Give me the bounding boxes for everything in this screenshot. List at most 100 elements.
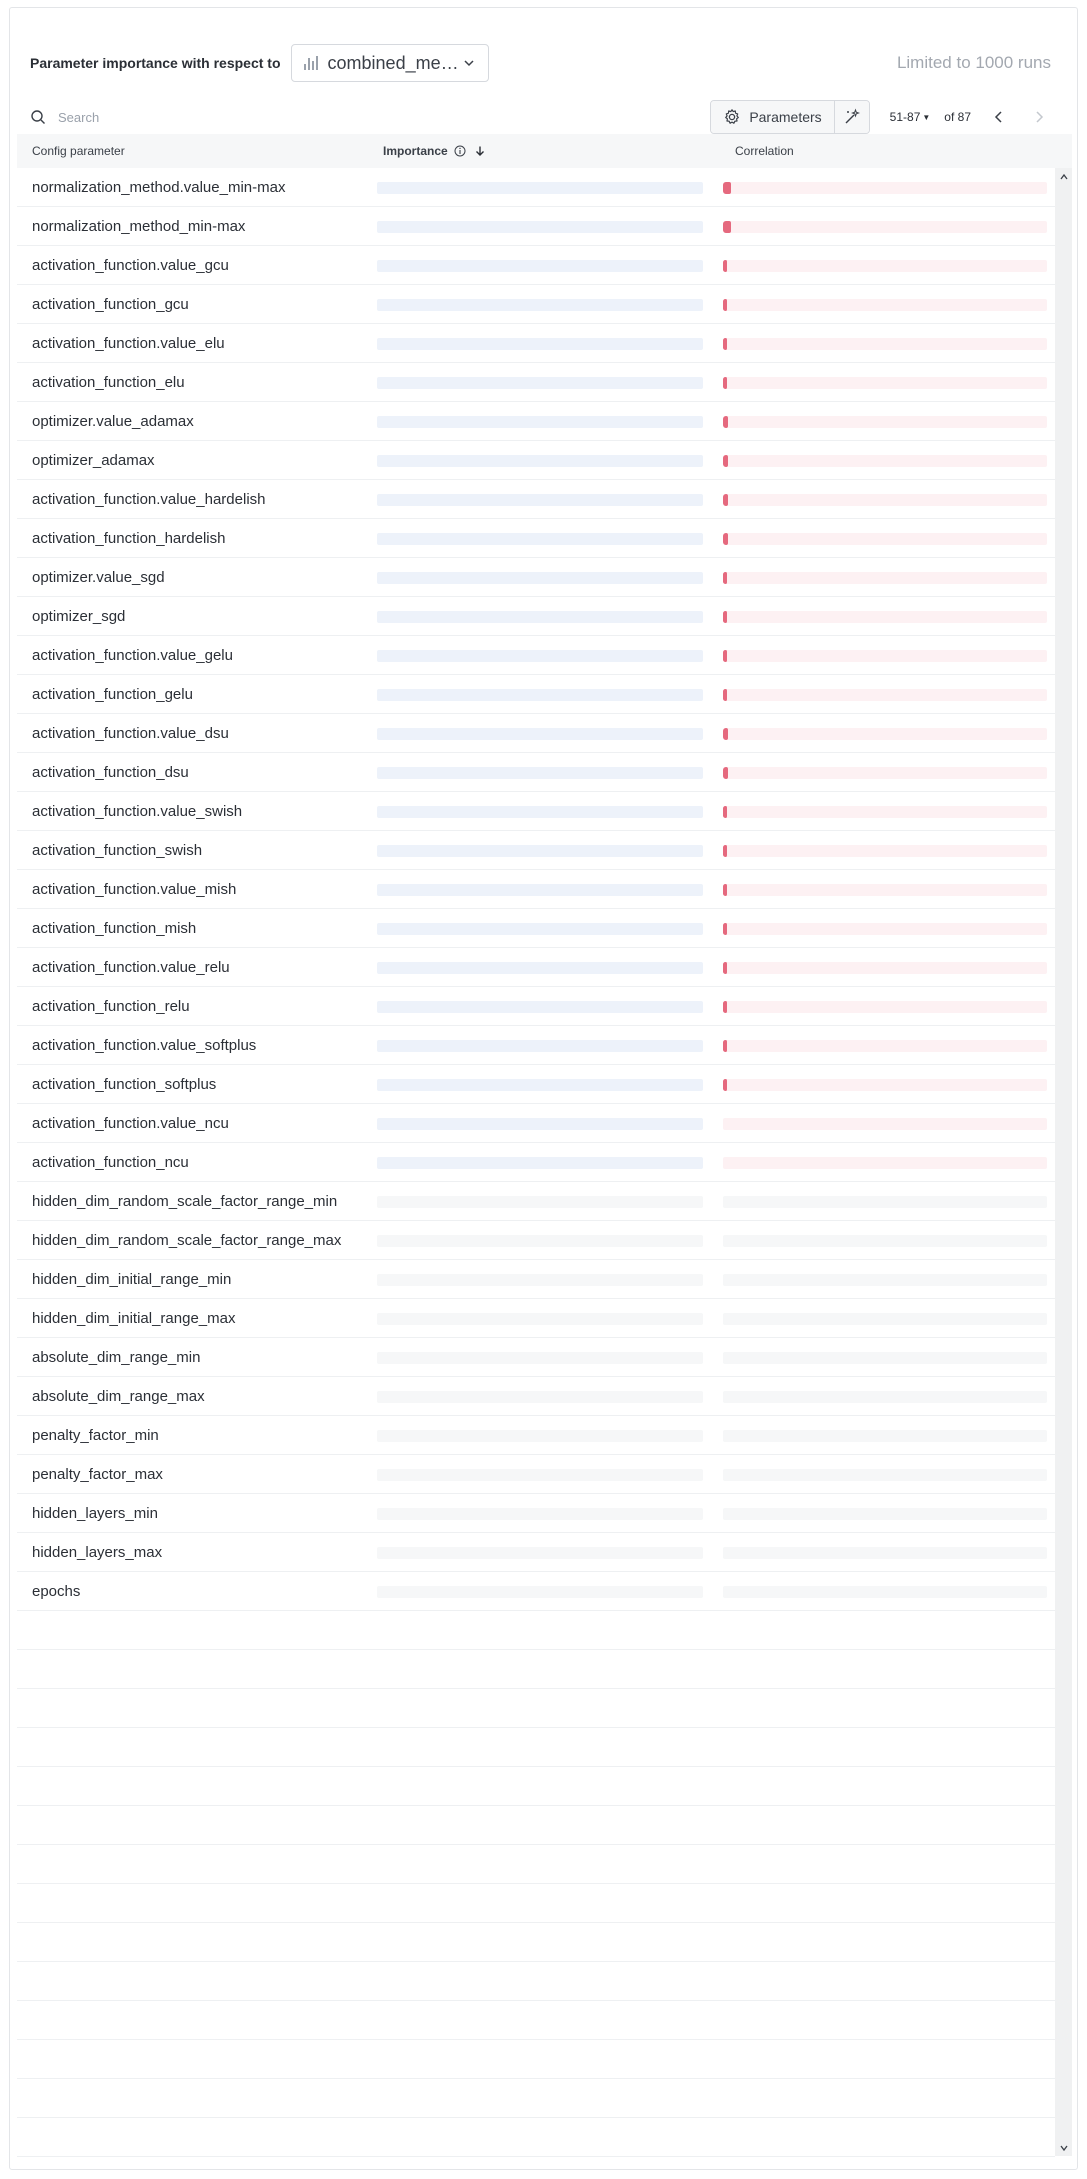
importance-bar <box>377 689 703 701</box>
importance-bar <box>377 1586 703 1598</box>
table-row[interactable]: optimizer.value_sgd <box>17 558 1055 597</box>
table-row[interactable]: hidden_dim_random_scale_factor_range_min <box>17 1182 1055 1221</box>
correlation-bar <box>723 650 727 662</box>
correlation-track <box>723 1352 1047 1364</box>
table-row[interactable]: epochs <box>17 1572 1055 1611</box>
table-row[interactable]: activation_function_dsu <box>17 753 1055 792</box>
table-row[interactable]: normalization_method.value_min-max <box>17 168 1055 207</box>
scroll-up-icon[interactable] <box>1055 168 1072 185</box>
table-row[interactable]: optimizer_sgd <box>17 597 1055 636</box>
bar-chart-icon <box>303 56 318 70</box>
importance-bar <box>377 221 703 233</box>
auto-suggest-button[interactable] <box>834 101 869 133</box>
table-row[interactable]: absolute_dim_range_min <box>17 1338 1055 1377</box>
table-row[interactable]: activation_function_swish <box>17 831 1055 870</box>
correlation-track <box>723 1196 1047 1208</box>
table-row[interactable]: hidden_layers_max <box>17 1533 1055 1572</box>
table-row[interactable]: activation_function.value_gelu <box>17 636 1055 675</box>
correlation-track <box>723 494 1047 506</box>
metric-select-value: combined_me… <box>327 52 459 73</box>
table-row[interactable]: penalty_factor_min <box>17 1416 1055 1455</box>
importance-bar <box>377 962 703 974</box>
column-header-importance[interactable]: Importance <box>383 144 486 158</box>
table-row[interactable]: activation_function.value_mish <box>17 870 1055 909</box>
table-row[interactable]: activation_function_gcu <box>17 285 1055 324</box>
config-parameter-name: absolute_dim_range_min <box>32 1349 201 1366</box>
caret-down-icon: ▼ <box>922 112 931 122</box>
correlation-track <box>723 1040 1047 1052</box>
empty-row <box>17 2118 1055 2157</box>
config-parameter-name: optimizer_sgd <box>32 608 126 625</box>
correlation-bar <box>723 299 727 311</box>
table-row[interactable]: activation_function.value_relu <box>17 948 1055 987</box>
table-row[interactable]: activation_function_ncu <box>17 1143 1055 1182</box>
table-row[interactable]: activation_function.value_softplus <box>17 1026 1055 1065</box>
importance-bar <box>377 494 703 506</box>
table-row[interactable]: normalization_method_min-max <box>17 207 1055 246</box>
importance-bar <box>377 1040 703 1052</box>
table-row[interactable]: hidden_layers_min <box>17 1494 1055 1533</box>
empty-row <box>17 1767 1055 1806</box>
table-row[interactable]: activation_function_hardelish <box>17 519 1055 558</box>
sort-descending-icon[interactable] <box>474 145 486 157</box>
empty-row <box>17 1884 1055 1923</box>
config-parameter-name: optimizer.value_sgd <box>32 569 165 586</box>
correlation-track <box>723 1547 1047 1559</box>
config-parameter-name: activation_function.value_dsu <box>32 725 229 742</box>
correlation-bar <box>723 494 728 506</box>
table-row[interactable]: optimizer.value_adamax <box>17 402 1055 441</box>
search-box <box>30 108 360 126</box>
table-row[interactable]: activation_function.value_gcu <box>17 246 1055 285</box>
importance-bar <box>377 572 703 584</box>
search-input[interactable] <box>56 108 360 126</box>
table-row[interactable]: activation_function.value_dsu <box>17 714 1055 753</box>
correlation-track <box>723 1430 1047 1442</box>
table-row[interactable]: activation_function_softplus <box>17 1065 1055 1104</box>
column-header-correlation[interactable]: Correlation <box>735 144 794 158</box>
table-row[interactable]: activation_function_gelu <box>17 675 1055 714</box>
previous-page-button[interactable] <box>987 105 1011 129</box>
parameters-button[interactable]: Parameters <box>711 101 835 133</box>
table-row[interactable]: penalty_factor_max <box>17 1455 1055 1494</box>
config-parameter-name: activation_function.value_ncu <box>32 1115 229 1132</box>
parameters-button-group: Parameters <box>710 100 870 134</box>
empty-row <box>17 1611 1055 1650</box>
table-row[interactable]: activation_function_mish <box>17 909 1055 948</box>
chevron-down-icon <box>464 60 474 67</box>
importance-bar <box>377 1313 703 1325</box>
correlation-track <box>723 533 1047 545</box>
scroll-down-icon[interactable] <box>1055 2139 1072 2156</box>
empty-row <box>17 1845 1055 1884</box>
correlation-track <box>723 1118 1047 1130</box>
table-row[interactable]: activation_function.value_hardelish <box>17 480 1055 519</box>
config-parameter-name: activation_function.value_mish <box>32 881 237 898</box>
search-icon <box>31 110 45 124</box>
table-row[interactable]: hidden_dim_initial_range_min <box>17 1260 1055 1299</box>
table-row[interactable]: activation_function_relu <box>17 987 1055 1026</box>
config-parameter-name: penalty_factor_min <box>32 1427 159 1444</box>
column-header-config[interactable]: Config parameter <box>32 144 125 158</box>
importance-bar <box>377 1118 703 1130</box>
metric-select[interactable]: combined_me… <box>290 44 489 82</box>
table-row[interactable]: optimizer_adamax <box>17 441 1055 480</box>
info-icon[interactable] <box>454 145 466 157</box>
vertical-scrollbar[interactable] <box>1055 168 1072 2156</box>
config-parameter-name: absolute_dim_range_max <box>32 1388 205 1405</box>
page-range-select[interactable]: 51-87 ▼ <box>890 110 931 124</box>
importance-bar <box>377 1001 703 1013</box>
table-row[interactable]: activation_function_elu <box>17 363 1055 402</box>
correlation-track <box>723 182 1047 194</box>
table-row[interactable]: activation_function.value_swish <box>17 792 1055 831</box>
importance-bar <box>377 611 703 623</box>
table-row[interactable]: activation_function.value_ncu <box>17 1104 1055 1143</box>
correlation-bar <box>723 1040 727 1052</box>
config-parameter-name: activation_function_hardelish <box>32 530 226 547</box>
table-row[interactable]: absolute_dim_range_max <box>17 1377 1055 1416</box>
next-page-button[interactable] <box>1027 105 1051 129</box>
table-row[interactable]: activation_function.value_elu <box>17 324 1055 363</box>
table-row[interactable]: hidden_dim_random_scale_factor_range_max <box>17 1221 1055 1260</box>
empty-row <box>17 1962 1055 2001</box>
importance-bar <box>377 1469 703 1481</box>
correlation-bar <box>723 611 727 623</box>
table-row[interactable]: hidden_dim_initial_range_max <box>17 1299 1055 1338</box>
